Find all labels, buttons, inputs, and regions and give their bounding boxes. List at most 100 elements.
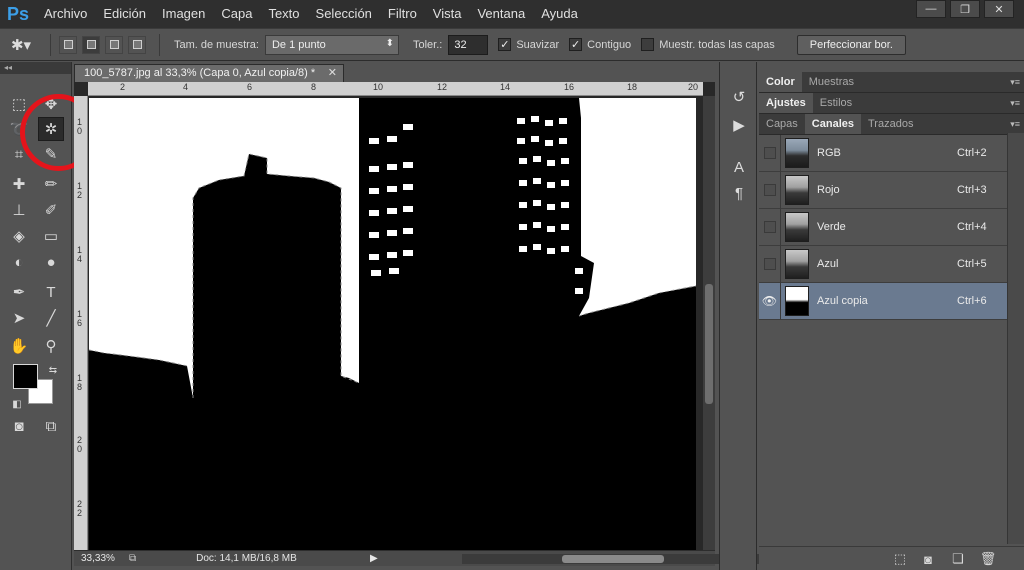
quick-mask-icon[interactable]: ◙ bbox=[6, 414, 32, 438]
swap-colors-icon[interactable]: ⇆ bbox=[40, 358, 66, 382]
foreground-color-swatch[interactable] bbox=[13, 364, 38, 389]
tab-estilos[interactable]: Estilos bbox=[813, 93, 859, 113]
panel-menu-icon[interactable]: ▾≡ bbox=[1010, 77, 1020, 88]
menu-capa[interactable]: Capa bbox=[213, 0, 260, 28]
load-selection-icon[interactable]: ⬚ bbox=[891, 551, 909, 567]
channel-row-azul-copia[interactable]: 👁 Azul copia Ctrl+6 bbox=[759, 282, 1007, 320]
ruler-tick: 1 2 bbox=[77, 181, 83, 200]
close-icon[interactable]: ✕ bbox=[328, 66, 337, 79]
menu-ayuda[interactable]: Ayuda bbox=[533, 0, 586, 28]
checkmark-icon: ✓ bbox=[569, 38, 583, 51]
visibility-toggle[interactable] bbox=[759, 208, 781, 246]
sample-size-label: Tam. de muestra: bbox=[174, 38, 259, 51]
close-button[interactable]: ✕ bbox=[984, 0, 1014, 18]
scroll-thumb[interactable] bbox=[562, 555, 664, 563]
actions-panel-icon[interactable]: ▶ bbox=[726, 114, 752, 136]
vertical-scrollbar[interactable] bbox=[703, 96, 715, 550]
brush-tool-icon[interactable]: ✏ bbox=[38, 172, 64, 196]
pen-tool-icon[interactable]: ✒ bbox=[6, 280, 32, 304]
sample-all-layers-checkbox[interactable]: Muestr. todas las capas bbox=[641, 38, 775, 51]
screen-mode-icon[interactable]: ⧉ bbox=[38, 414, 64, 438]
clone-stamp-tool-icon[interactable]: ⊥ bbox=[6, 198, 32, 222]
channel-name: RGB bbox=[817, 147, 841, 159]
ruler-tick: 20 bbox=[688, 82, 699, 92]
menu-texto[interactable]: Texto bbox=[260, 0, 307, 28]
zoom-tool-icon[interactable]: ⚲ bbox=[38, 334, 64, 358]
path-selection-tool-icon[interactable]: ➤ bbox=[6, 306, 32, 330]
channel-thumbnail bbox=[785, 286, 809, 316]
default-colors-icon[interactable]: ◧ bbox=[4, 392, 30, 416]
status-menu-arrow-icon[interactable]: ▶ bbox=[370, 553, 378, 564]
gradient-tool-icon[interactable]: ▭ bbox=[38, 224, 64, 248]
panel-scrollbar[interactable] bbox=[1007, 133, 1024, 544]
menu-imagen[interactable]: Imagen bbox=[154, 0, 213, 28]
antialias-checkbox[interactable]: ✓ Suavizar bbox=[498, 38, 559, 51]
visibility-toggle[interactable] bbox=[759, 134, 781, 172]
visibility-toggle[interactable] bbox=[759, 171, 781, 209]
healing-brush-tool-icon[interactable]: ✚ bbox=[6, 172, 32, 196]
blur-tool-icon[interactable]: ◐ bbox=[6, 250, 32, 274]
channel-shortcut: Ctrl+6 bbox=[957, 295, 987, 307]
character-panel-icon[interactable]: A bbox=[726, 156, 752, 178]
tolerance-input[interactable]: 32 bbox=[448, 34, 489, 55]
status-options-icon[interactable]: ⧉ bbox=[129, 553, 136, 564]
menu-archivo[interactable]: Archivo bbox=[36, 0, 95, 28]
channel-row-azul[interactable]: Azul Ctrl+5 bbox=[759, 245, 1007, 283]
tab-color[interactable]: Color bbox=[759, 72, 802, 92]
eraser-tool-icon[interactable]: ◈ bbox=[6, 224, 32, 248]
channel-name: Rojo bbox=[817, 184, 840, 196]
tab-capas[interactable]: Capas bbox=[759, 114, 805, 134]
ruler-tick: 1 0 bbox=[77, 117, 83, 136]
trash-icon[interactable]: 🗑 bbox=[979, 551, 997, 567]
refine-edge-button[interactable]: Perfeccionar bor. bbox=[796, 34, 906, 55]
new-selection-button[interactable] bbox=[59, 35, 77, 54]
document-tab[interactable]: 100_5787.jpg al 33,3% (Capa 0, Azul copi… bbox=[74, 64, 344, 82]
magic-wand-preset-icon[interactable]: ✱▾ bbox=[0, 36, 42, 54]
channel-row-rgb[interactable]: RGB Ctrl+2 bbox=[759, 134, 1007, 172]
visibility-toggle[interactable] bbox=[759, 245, 781, 283]
menu-ventana[interactable]: Ventana bbox=[469, 0, 533, 28]
panel-menu-icon[interactable]: ▾≡ bbox=[1010, 119, 1020, 130]
minimize-button[interactable]: — bbox=[916, 0, 946, 18]
subtract-selection-button[interactable] bbox=[105, 35, 123, 54]
channel-row-verde[interactable]: Verde Ctrl+4 bbox=[759, 208, 1007, 246]
save-selection-icon[interactable]: ◙ bbox=[919, 551, 937, 567]
tab-muestras[interactable]: Muestras bbox=[802, 72, 861, 92]
intersect-selection-button[interactable] bbox=[128, 35, 146, 54]
channel-shortcut: Ctrl+4 bbox=[957, 221, 987, 233]
intersect-selection-icon bbox=[132, 40, 142, 49]
channel-name: Verde bbox=[817, 221, 846, 233]
tab-ajustes[interactable]: Ajustes bbox=[759, 93, 813, 113]
image-canvas[interactable] bbox=[89, 98, 696, 550]
add-to-selection-button[interactable] bbox=[82, 35, 100, 54]
line-tool-icon[interactable]: ╱ bbox=[38, 306, 64, 330]
panel-collapse-icon[interactable]: ◂◂ bbox=[0, 62, 71, 74]
scroll-thumb[interactable] bbox=[705, 284, 713, 404]
dodge-tool-icon[interactable]: ● bbox=[38, 250, 64, 274]
panel-menu-icon[interactable]: ▾≡ bbox=[1010, 98, 1020, 109]
menu-seleccion[interactable]: Selección bbox=[308, 0, 380, 28]
sample-size-select[interactable]: De 1 punto bbox=[264, 34, 399, 55]
visibility-toggle[interactable]: 👁 bbox=[759, 282, 781, 320]
eye-icon: 👁 bbox=[761, 294, 778, 308]
menu-filtro[interactable]: Filtro bbox=[380, 0, 425, 28]
channel-shortcut: Ctrl+5 bbox=[957, 258, 987, 270]
menu-edicion[interactable]: Edición bbox=[95, 0, 154, 28]
type-tool-icon[interactable]: T bbox=[38, 280, 64, 304]
paragraph-panel-icon[interactable]: ¶ bbox=[726, 182, 752, 204]
ruler-tick: 14 bbox=[500, 82, 511, 92]
divider bbox=[50, 33, 51, 56]
zoom-level[interactable]: 33,33% bbox=[81, 553, 121, 564]
history-brush-tool-icon[interactable]: ✐ bbox=[38, 198, 64, 222]
contiguous-checkbox[interactable]: ✓ Contiguo bbox=[569, 38, 631, 51]
hand-tool-icon[interactable]: ✋ bbox=[6, 334, 32, 358]
new-channel-icon[interactable]: ❏ bbox=[949, 551, 967, 567]
tab-trazados[interactable]: Trazados bbox=[861, 114, 920, 134]
history-panel-icon[interactable]: ↺ bbox=[726, 86, 752, 108]
menu-vista[interactable]: Vista bbox=[425, 0, 470, 28]
ruler-horizontal: 2 4 6 8 10 12 14 16 18 20 bbox=[88, 82, 703, 96]
tab-canales[interactable]: Canales bbox=[804, 114, 861, 134]
restore-button[interactable]: ❐ bbox=[950, 0, 980, 18]
channel-name: Azul copia bbox=[817, 295, 868, 307]
channel-row-rojo[interactable]: Rojo Ctrl+3 bbox=[759, 171, 1007, 209]
